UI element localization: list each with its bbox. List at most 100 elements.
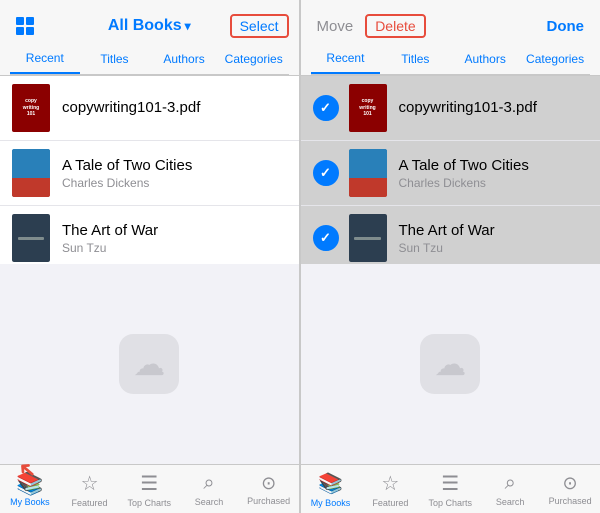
list-item[interactable]: The Art of War Sun Tzu <box>0 206 299 264</box>
grid-icon <box>16 17 34 35</box>
all-books-label: All Books <box>108 17 182 35</box>
right-bottom-nav: 📚 My Books ☆ Featured ☰ Top Charts ⌕ Sea… <box>301 464 600 513</box>
left-empty-area: ☁ <box>0 264 299 464</box>
search-label-right: Search <box>496 497 525 507</box>
chevron-down-icon: ▾ <box>185 19 191 33</box>
my-books-label-right: My Books <box>311 498 351 508</box>
left-header: All Books ▾ Select Recent Titles Authors… <box>0 0 299 76</box>
cloud-icon-right: ☁ <box>434 345 466 383</box>
purchased-icon: ⊙ <box>261 473 276 494</box>
search-label: Search <box>195 497 224 507</box>
all-books-title[interactable]: All Books ▾ <box>108 17 191 35</box>
book-cover-war <box>12 214 50 262</box>
top-charts-icon-right: ☰ <box>441 471 459 496</box>
my-books-label: My Books <box>10 497 50 507</box>
top-charts-icon: ☰ <box>140 471 158 496</box>
cover-top <box>349 149 387 178</box>
cover-line <box>18 237 45 240</box>
left-tabs: Recent Titles Authors Categories <box>10 44 289 75</box>
book-title: copywriting101-3.pdf <box>62 99 287 116</box>
book-info: copywriting101-3.pdf <box>399 99 589 118</box>
book-title: The Art of War <box>399 222 589 239</box>
list-item[interactable]: A Tale of Two Cities Charles Dickens <box>0 141 299 206</box>
right-my-books-nav-item[interactable]: 📚 My Books <box>301 465 361 513</box>
select-button[interactable]: Select <box>230 14 289 38</box>
done-button[interactable]: Done <box>541 14 591 39</box>
tale-cover-art <box>12 149 50 197</box>
purchased-icon-right: ⊙ <box>563 473 578 494</box>
book-info: A Tale of Two Cities Charles Dickens <box>399 157 589 190</box>
right-purchased-nav-item[interactable]: ⊙ Purchased <box>540 465 600 513</box>
pdf-cover-art: copywriting101 <box>12 84 50 132</box>
tab-categories[interactable]: Categories <box>219 44 289 74</box>
war-cover-art <box>12 214 50 262</box>
header-actions: Move Delete <box>311 14 426 39</box>
featured-label-right: Featured <box>372 498 408 508</box>
purchased-nav-item[interactable]: ⊙ Purchased <box>239 465 299 513</box>
my-books-icon-right: 📚 <box>318 471 343 496</box>
cover-bottom <box>12 178 50 197</box>
top-charts-label-right: Top Charts <box>429 498 473 508</box>
right-tab-titles[interactable]: Titles <box>380 44 450 74</box>
book-title: A Tale of Two Cities <box>399 157 589 174</box>
left-panel: All Books ▾ Select Recent Titles Authors… <box>0 0 300 513</box>
book-author: Sun Tzu <box>399 241 589 255</box>
right-tab-recent[interactable]: Recent <box>311 44 381 74</box>
cover-top <box>12 149 50 178</box>
my-books-icon: 📚 <box>16 471 43 497</box>
top-charts-nav-item[interactable]: ☰ Top Charts <box>119 465 179 513</box>
move-button[interactable]: Move <box>311 14 360 39</box>
cover-line <box>354 237 381 240</box>
book-cover-war <box>349 214 387 262</box>
purchased-label: Purchased <box>247 496 290 506</box>
grid-dot <box>26 17 34 25</box>
right-header: Move Delete Done Recent Titles Authors C… <box>301 0 600 76</box>
book-info: copywriting101-3.pdf <box>62 99 287 118</box>
cloud-icon: ☁ <box>133 345 165 383</box>
delete-button[interactable]: Delete <box>365 14 425 38</box>
left-book-list: copywriting101 copywriting101-3.pdf A Ta… <box>0 76 299 264</box>
list-item[interactable]: The Art of War Sun Tzu <box>301 206 600 264</box>
right-tab-authors[interactable]: Authors <box>450 44 520 74</box>
right-empty-area: ☁ <box>301 264 600 464</box>
search-icon-right: ⌕ <box>505 472 516 495</box>
icloud-icon: ☁ <box>119 334 179 394</box>
grid-view-button[interactable] <box>10 13 40 39</box>
grid-dot <box>26 27 34 35</box>
search-nav-item[interactable]: ⌕ Search <box>179 465 239 513</box>
right-header-top: Move Delete Done <box>311 8 591 44</box>
right-tab-categories[interactable]: Categories <box>520 44 590 74</box>
tab-titles[interactable]: Titles <box>80 44 150 74</box>
list-item[interactable]: A Tale of Two Cities Charles Dickens <box>301 141 600 206</box>
book-author: Charles Dickens <box>62 176 287 190</box>
list-item[interactable]: copywriting101 copywriting101-3.pdf <box>0 76 299 141</box>
war-cover-art <box>349 214 387 262</box>
purchased-label-right: Purchased <box>549 496 592 506</box>
featured-label: Featured <box>72 498 108 508</box>
pdf-cover-art: copywriting101 <box>349 84 387 132</box>
featured-icon: ☆ <box>81 471 99 496</box>
right-book-list: copywriting101 copywriting101-3.pdf A Ta… <box>301 76 600 264</box>
right-featured-nav-item[interactable]: ☆ Featured <box>360 465 420 513</box>
tale-cover-art <box>349 149 387 197</box>
book-author: Charles Dickens <box>399 176 589 190</box>
grid-dot <box>16 27 24 35</box>
selection-checkbox-2[interactable] <box>313 160 339 186</box>
tab-authors[interactable]: Authors <box>149 44 219 74</box>
selection-checkbox-3[interactable] <box>313 225 339 251</box>
book-cover-tale <box>349 149 387 197</box>
book-cover-pdf: copywriting101 <box>12 84 50 132</box>
tab-recent[interactable]: Recent <box>10 44 80 74</box>
book-title: A Tale of Two Cities <box>62 157 287 174</box>
selection-checkbox-1[interactable] <box>313 95 339 121</box>
book-info: A Tale of Two Cities Charles Dickens <box>62 157 287 190</box>
featured-nav-item[interactable]: ☆ Featured <box>60 465 120 513</box>
list-item[interactable]: copywriting101 copywriting101-3.pdf <box>301 76 600 141</box>
cover-bottom <box>349 178 387 197</box>
right-top-charts-nav-item[interactable]: ☰ Top Charts <box>420 465 480 513</box>
book-cover-tale <box>12 149 50 197</box>
right-search-nav-item[interactable]: ⌕ Search <box>480 465 540 513</box>
icloud-icon-right: ☁ <box>420 334 480 394</box>
right-panel: Move Delete Done Recent Titles Authors C… <box>301 0 600 513</box>
grid-dot <box>16 17 24 25</box>
